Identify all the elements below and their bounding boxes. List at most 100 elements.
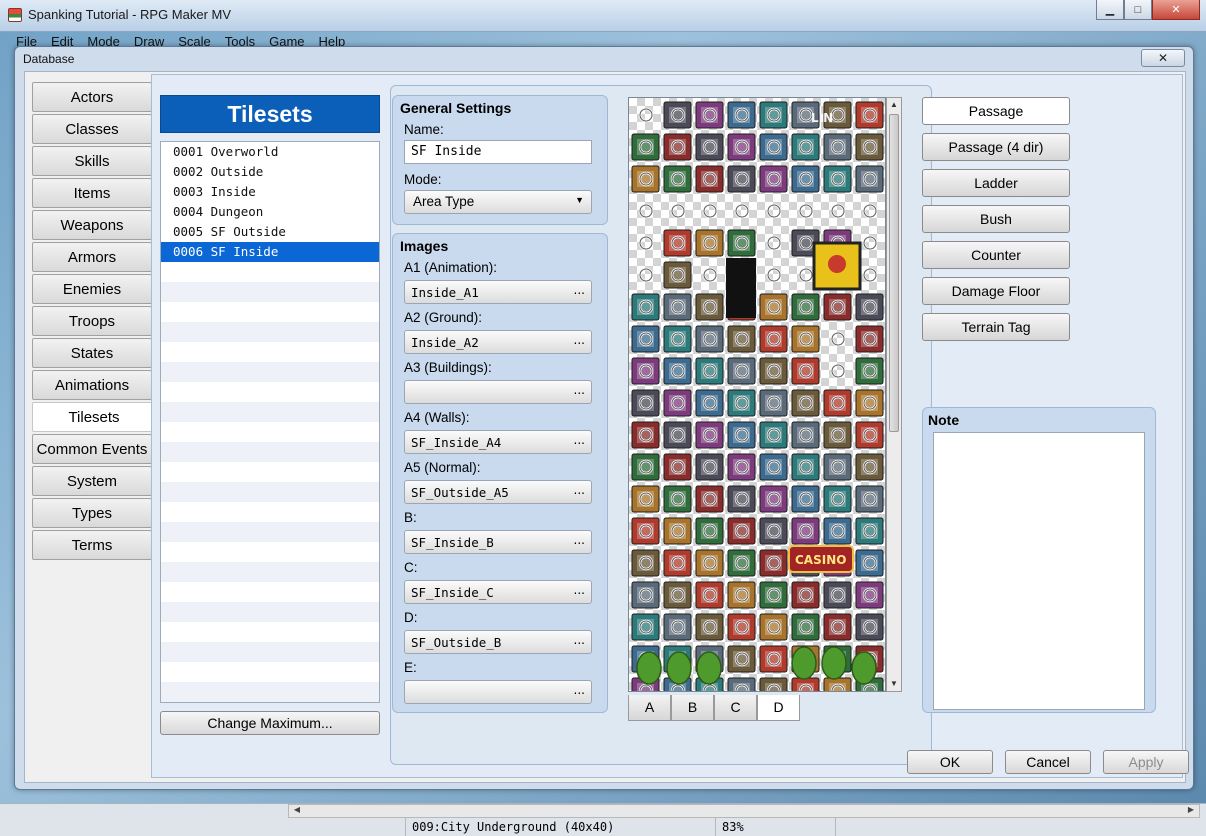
tileset-list-empty-row[interactable] — [161, 642, 379, 662]
tileset-list-empty-row[interactable] — [161, 602, 379, 622]
close-button[interactable]: ✕ — [1152, 0, 1200, 20]
tileset-list-empty-row[interactable] — [161, 282, 379, 302]
category-tab-classes[interactable]: Classes — [32, 114, 152, 144]
browse-icon[interactable]: ... — [574, 283, 585, 297]
browse-icon[interactable]: ... — [574, 583, 585, 597]
palette-tab-b[interactable]: B — [671, 695, 714, 721]
mode-button-bush[interactable]: Bush — [922, 205, 1070, 233]
mode-button-counter[interactable]: Counter — [922, 241, 1070, 269]
tileset-list-item[interactable]: 0006 SF Inside — [161, 242, 379, 262]
name-input[interactable]: SF Inside — [404, 140, 592, 164]
tileset-list-empty-row[interactable] — [161, 682, 379, 702]
tree-tile — [636, 651, 662, 685]
browse-icon[interactable]: ... — [574, 333, 585, 347]
browse-icon[interactable]: ... — [574, 683, 585, 697]
category-tab-weapons[interactable]: Weapons — [32, 210, 152, 240]
mode-button-passage-4-dir[interactable]: Passage (4 dir) — [922, 133, 1070, 161]
category-tab-actors[interactable]: Actors — [32, 82, 152, 112]
palette-tab-d[interactable]: D — [757, 695, 800, 721]
chevron-down-icon: ▼ — [575, 195, 584, 205]
tileset-list-empty-row[interactable] — [161, 322, 379, 342]
note-textarea[interactable] — [933, 432, 1145, 710]
palette-tab-c[interactable]: C — [714, 695, 757, 721]
tileset-list-empty-row[interactable] — [161, 662, 379, 682]
mode-button-passage[interactable]: Passage — [922, 97, 1070, 125]
category-tab-armors[interactable]: Armors — [32, 242, 152, 272]
category-tab-skills[interactable]: Skills — [32, 146, 152, 176]
tileset-list-empty-row[interactable] — [161, 622, 379, 642]
tileset-list-empty-row[interactable] — [161, 522, 379, 542]
category-tab-common-events[interactable]: Common Events — [32, 434, 152, 464]
image-file-field[interactable]: SF_Outside_B... — [404, 630, 592, 654]
scroll-down-icon[interactable]: ▼ — [887, 677, 901, 691]
tileset-list-empty-row[interactable] — [161, 362, 379, 382]
category-tab-terms[interactable]: Terms — [32, 530, 152, 560]
mode-button-terrain-tag[interactable]: Terrain Tag — [922, 313, 1070, 341]
change-maximum-button[interactable]: Change Maximum... — [160, 711, 380, 735]
category-tab-states[interactable]: States — [32, 338, 152, 368]
image-file-value: Inside_A2 — [411, 335, 479, 350]
tileset-list-empty-row[interactable] — [161, 422, 379, 442]
browse-icon[interactable]: ... — [574, 533, 585, 547]
category-tab-items[interactable]: Items — [32, 178, 152, 208]
image-file-field[interactable]: SF_Outside_A5... — [404, 480, 592, 504]
tileset-list-empty-row[interactable] — [161, 402, 379, 422]
tileset-list-empty-row[interactable] — [161, 442, 379, 462]
ok-button[interactable]: OK — [907, 750, 993, 774]
tileset-list-empty-row[interactable] — [161, 262, 379, 282]
minimize-button[interactable]: ▁ — [1096, 0, 1124, 20]
map-horizontal-scrollbar[interactable]: ◀ ▶ — [288, 804, 1200, 818]
scroll-right-icon[interactable]: ▶ — [1183, 805, 1199, 817]
tileset-list-empty-row[interactable] — [161, 302, 379, 322]
mode-button-ladder[interactable]: Ladder — [922, 169, 1070, 197]
scroll-thumb[interactable] — [889, 114, 899, 432]
status-blank — [0, 818, 406, 836]
images-group: Images A1 (Animation): Inside_A1... A2 (Gr… — [392, 233, 608, 713]
tileset-list-empty-row[interactable] — [161, 382, 379, 402]
tileset-list-item[interactable]: 0001 Overworld — [161, 142, 379, 162]
browse-icon[interactable]: ... — [574, 433, 585, 447]
category-tab-system[interactable]: System — [32, 466, 152, 496]
tileset-list-item[interactable]: 0002 Outside — [161, 162, 379, 182]
image-file-field[interactable]: ... — [404, 680, 592, 704]
tileset-list-item[interactable]: 0005 SF Outside — [161, 222, 379, 242]
scroll-up-icon[interactable]: ▲ — [887, 98, 901, 112]
category-tab-tilesets[interactable]: Tilesets — [32, 402, 156, 432]
tile-palette[interactable]: LIN CASINO — [628, 97, 886, 692]
tileset-list-empty-row[interactable] — [161, 462, 379, 482]
tileset-list-empty-row[interactable] — [161, 562, 379, 582]
category-tab-types[interactable]: Types — [32, 498, 152, 528]
image-file-field[interactable]: SF_Inside_B... — [404, 530, 592, 554]
cancel-button[interactable]: Cancel — [1005, 750, 1091, 774]
image-file-field[interactable]: Inside_A2... — [404, 330, 592, 354]
passage-circle-outline — [767, 268, 781, 282]
dialog-close-button[interactable]: ✕ — [1141, 49, 1185, 67]
browse-icon[interactable]: ... — [574, 633, 585, 647]
tileset-list-item[interactable]: 0004 Dungeon — [161, 202, 379, 222]
image-file-field[interactable]: Inside_A1... — [404, 280, 592, 304]
tileset-list-empty-row[interactable] — [161, 502, 379, 522]
tileset-list-empty-row[interactable] — [161, 542, 379, 562]
mode-select[interactable]: Area Type ▼ — [404, 190, 592, 214]
images-title: Images — [400, 238, 449, 254]
image-file-field[interactable]: SF_Inside_C... — [404, 580, 592, 604]
image-file-field[interactable]: ... — [404, 380, 592, 404]
palette-scrollbar[interactable]: ▲ ▼ — [886, 97, 902, 692]
maximize-button[interactable]: □ — [1124, 0, 1152, 20]
tileset-editor: Tilesets 0001 Overworld 0002 Outside 0003 … — [151, 74, 1183, 778]
scroll-left-icon[interactable]: ◀ — [289, 805, 305, 817]
browse-icon[interactable]: ... — [574, 483, 585, 497]
category-tab-troops[interactable]: Troops — [32, 306, 152, 336]
tileset-list-empty-row[interactable] — [161, 342, 379, 362]
tileset-list-empty-row[interactable] — [161, 582, 379, 602]
palette-tab-a[interactable]: A — [628, 695, 671, 721]
category-tab-animations[interactable]: Animations — [32, 370, 152, 400]
browse-icon[interactable]: ... — [574, 383, 585, 397]
category-tab-enemies[interactable]: Enemies — [32, 274, 152, 304]
tileset-list[interactable]: 0001 Overworld 0002 Outside 0003 Inside 000… — [160, 141, 380, 703]
mode-button-damage-floor[interactable]: Damage Floor — [922, 277, 1070, 305]
image-file-field[interactable]: SF_Inside_A4... — [404, 430, 592, 454]
tileset-list-empty-row[interactable] — [161, 482, 379, 502]
tileset-list-item[interactable]: 0003 Inside — [161, 182, 379, 202]
apply-button[interactable]: Apply — [1103, 750, 1189, 774]
